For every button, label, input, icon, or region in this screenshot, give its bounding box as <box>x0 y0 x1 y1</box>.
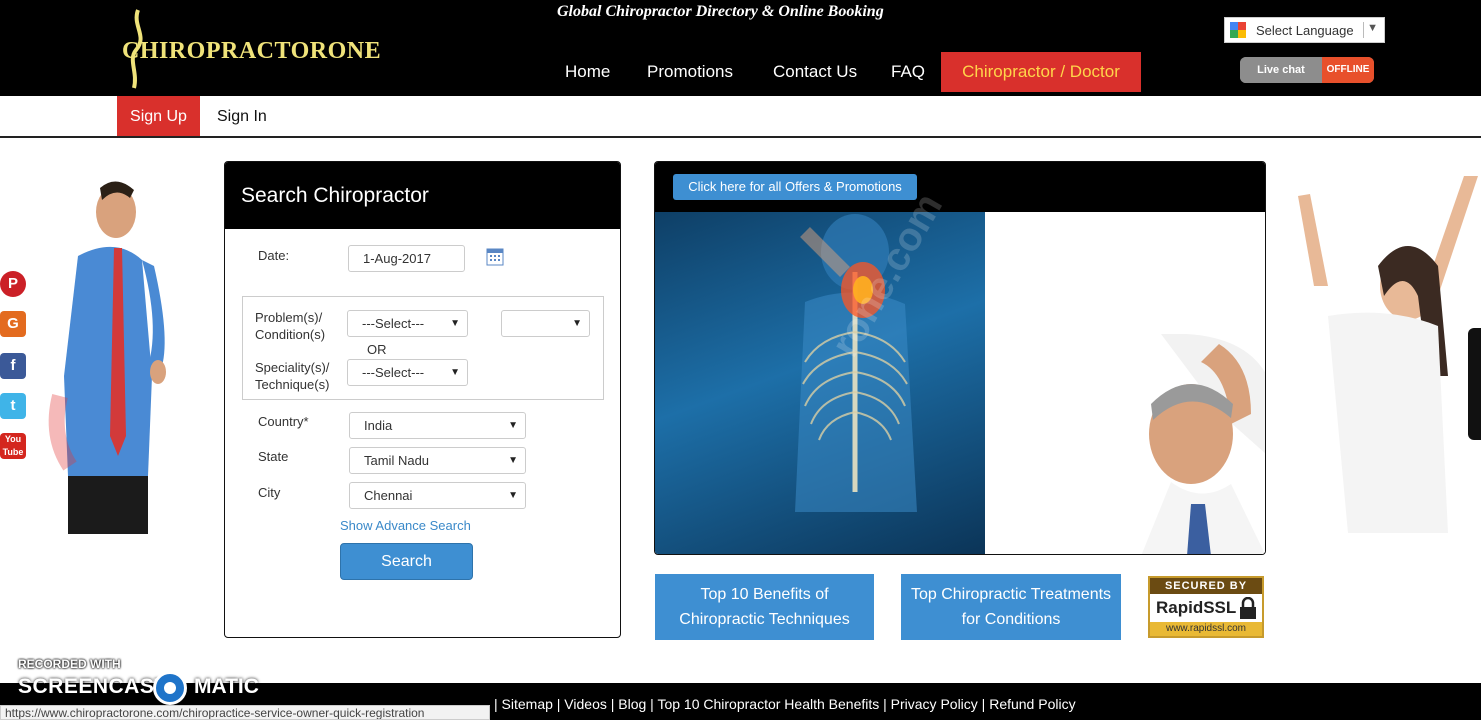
language-select[interactable]: Select Language ▼ <box>1224 17 1385 43</box>
youtube-icon[interactable]: You Tube <box>0 433 26 459</box>
feedback-tab[interactable] <box>1468 328 1481 440</box>
nav-chiropractor-doctor-button[interactable]: Chiropractor / Doctor <box>941 52 1141 92</box>
status-bar-url: https://www.chiropractorone.com/chiropra… <box>0 705 490 720</box>
problem-label-line1: Problem(s)/ <box>255 310 323 325</box>
logo-text[interactable]: CHIROPRACTORONE <box>122 38 381 65</box>
rapidssl-badge[interactable]: SECURED BY RapidSSL www.rapidssl.com <box>1148 576 1264 638</box>
screencast-logo-icon <box>153 671 187 705</box>
promo-panel: Click here for all Offers & Promotions r… <box>654 161 1266 555</box>
live-chat-button[interactable]: Live chat OFFLINE <box>1240 57 1374 83</box>
treatments-card-line2: for Conditions <box>961 611 1061 628</box>
search-panel-title: Search Chiropractor <box>225 162 620 229</box>
promo-header: Click here for all Offers & Promotions <box>655 162 1265 212</box>
country-select[interactable]: India ▼ <box>349 412 526 439</box>
date-label: Date: <box>258 248 290 263</box>
speciality-label-line1: Speciality(s)/ <box>255 360 330 375</box>
treatments-card-line1: Top Chiropractic Treatments <box>910 586 1112 603</box>
live-chat-status: OFFLINE <box>1322 57 1374 83</box>
site-tagline: Global Chiropractor Directory & Online B… <box>557 3 884 20</box>
twitter-icon[interactable]: t <box>0 393 26 419</box>
happy-woman-image <box>1298 176 1478 533</box>
show-advance-search-link[interactable]: Show Advance Search <box>340 518 471 533</box>
sub-problem-select[interactable]: ▼ <box>501 310 590 337</box>
speciality-label-line2: Technique(s) <box>255 377 330 392</box>
ssl-secured-by: SECURED BY <box>1150 578 1262 594</box>
back-pain-man-image <box>48 181 166 534</box>
skeleton-illustration <box>795 214 917 512</box>
chevron-down-icon: ▼ <box>508 455 518 466</box>
screencast-brand-left: SCREENCAST <box>18 675 168 698</box>
nav-home[interactable]: Home <box>565 52 610 92</box>
benefits-card[interactable]: Top 10 Benefits of Chiropractic Techniqu… <box>655 574 874 640</box>
google-icon[interactable]: G <box>0 311 26 337</box>
country-label: Country* <box>258 414 309 429</box>
language-divider <box>1363 22 1364 38</box>
state-label: State <box>258 449 289 464</box>
footer-links[interactable]: | Sitemap | Videos | Blog | Top 10 Chiro… <box>494 696 1076 712</box>
nav-promotions[interactable]: Promotions <box>647 52 733 92</box>
date-field[interactable]: 1-Aug-2017 <box>348 245 465 272</box>
speciality-label: Speciality(s)/ Technique(s) <box>255 359 329 393</box>
benefits-card-line1: Top 10 Benefits of <box>700 586 829 603</box>
calendar-icon[interactable] <box>486 246 504 266</box>
treatments-card[interactable]: Top Chiropractic Treatments for Conditio… <box>901 574 1121 640</box>
state-select[interactable]: Tamil Nadu ▼ <box>349 447 526 474</box>
city-label: City <box>258 485 281 500</box>
spine-xray-image: rone.com <box>655 186 985 554</box>
sign-in-link[interactable]: Sign In <box>217 96 267 136</box>
ssl-brand: RapidSSL <box>1156 598 1237 617</box>
sign-up-button[interactable]: Sign Up <box>117 96 200 136</box>
search-button[interactable]: Search <box>340 543 473 580</box>
benefits-card-line2: Chiropractic Techniques <box>679 611 850 628</box>
problem-label-line2: Condition(s) <box>255 327 326 342</box>
problem-select-value: ---Select--- <box>362 316 425 331</box>
ssl-url: www.rapidssl.com <box>1150 622 1262 636</box>
chevron-down-icon: ▼ <box>450 367 460 378</box>
screencast-brand-right: MATIC <box>194 675 259 698</box>
chevron-down-icon: ▼ <box>1367 22 1378 34</box>
google-translate-icon <box>1230 22 1246 38</box>
chevron-down-icon: ▼ <box>572 318 582 329</box>
nav-faq[interactable]: FAQ <box>891 52 925 92</box>
country-select-value: India <box>364 418 393 433</box>
neck-massage-man-image <box>1101 334 1265 554</box>
auth-bar: Sign Up Sign In <box>0 96 1481 138</box>
recorded-with-label: RECORDED WITH <box>18 657 121 671</box>
speciality-select-value: ---Select--- <box>362 365 425 380</box>
problem-select[interactable]: ---Select--- ▼ <box>347 310 468 337</box>
offers-promotions-button[interactable]: Click here for all Offers & Promotions <box>673 174 917 200</box>
city-select[interactable]: Chennai ▼ <box>349 482 526 509</box>
live-chat-label: Live chat <box>1240 57 1322 83</box>
page: CHIROPRACTORONE Global Chiropractor Dire… <box>0 0 1481 720</box>
lock-icon <box>1240 597 1256 619</box>
nav-contact-us[interactable]: Contact Us <box>773 52 857 92</box>
speciality-select[interactable]: ---Select--- ▼ <box>347 359 468 386</box>
language-select-label: Select Language <box>1256 23 1354 38</box>
city-select-value: Chennai <box>364 488 413 503</box>
chevron-down-icon: ▼ <box>508 420 518 431</box>
pinterest-icon[interactable]: P <box>0 271 26 297</box>
chevron-down-icon: ▼ <box>450 318 460 329</box>
or-label: OR <box>367 342 387 357</box>
facebook-icon[interactable]: f <box>0 353 26 379</box>
chevron-down-icon: ▼ <box>508 490 518 501</box>
problem-label: Problem(s)/ Condition(s) <box>255 309 325 343</box>
state-select-value: Tamil Nadu <box>364 453 430 468</box>
